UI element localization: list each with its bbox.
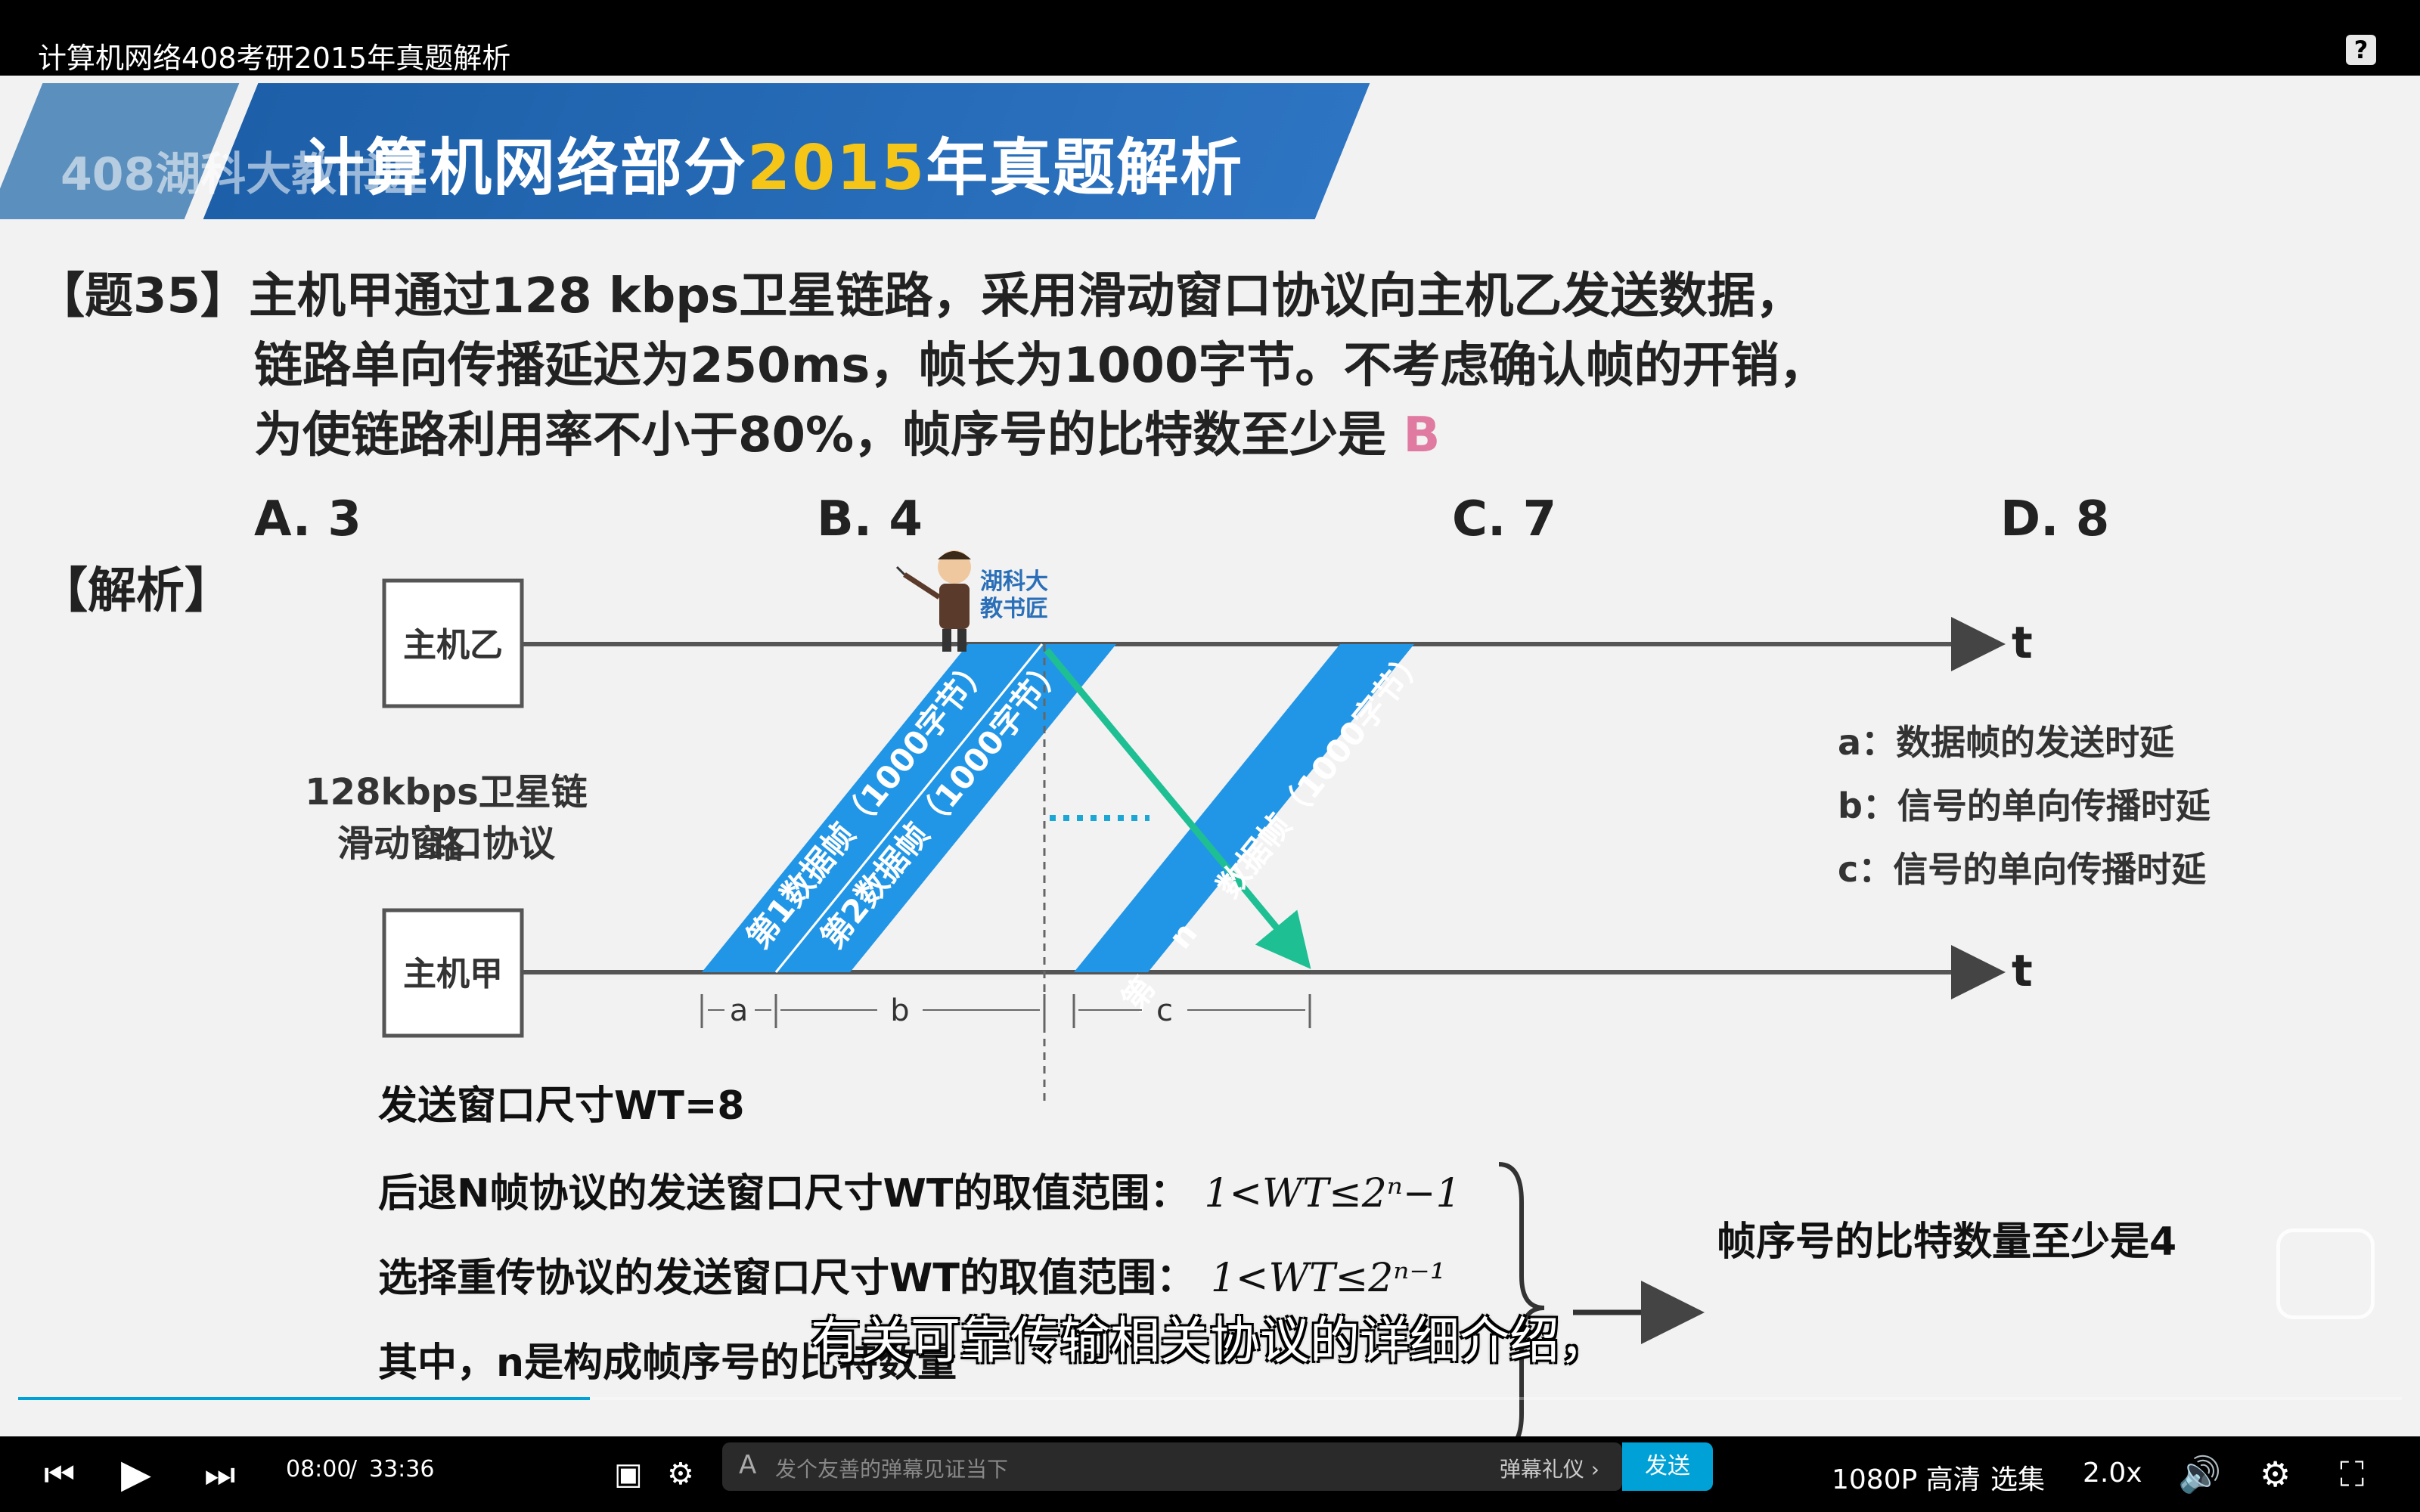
danmaku-toggle-icon[interactable]: ▣ <box>614 1436 643 1512</box>
fullscreen-icon[interactable]: ⛶ <box>2340 1436 2364 1512</box>
legend-c: c：信号的单向传播时延 <box>1838 849 2207 890</box>
formula-window-size: 发送窗口尺寸WT=8 <box>378 1083 745 1129</box>
link-label-2: 滑动窗口协议 <box>337 823 555 865</box>
help-button[interactable]: ? <box>2346 35 2376 65</box>
progress-bar-fill <box>18 1397 591 1400</box>
window-title: 计算机网络408考研2015年真题解析 <box>38 42 511 75</box>
title-bar: 计算机网络408考研2015年真题解析 ? <box>0 0 2420 76</box>
frame-divider <box>774 643 1044 973</box>
host-a-label: 主机甲 <box>403 955 503 993</box>
settings-icon[interactable]: ⚙ <box>2260 1436 2291 1512</box>
send-button[interactable]: 发送 <box>1622 1442 1713 1491</box>
video-frame[interactable]: 408湖科大教书匠 计算机网络部分2015年真题解析 【题35】主机甲通过128… <box>0 76 2420 1436</box>
previous-icon[interactable]: ⏮ <box>44 1436 75 1512</box>
volume-icon[interactable]: 🔊 <box>2178 1436 2221 1512</box>
episodes-button[interactable]: 选集 <box>1990 1458 2045 1497</box>
time-total: 33:36 <box>369 1456 435 1483</box>
quality-button[interactable]: 1080P 高清 <box>1832 1458 1981 1497</box>
speed-button[interactable]: 2.0x <box>2083 1458 2142 1489</box>
formula-sr: 选择重传协议的发送窗口尺寸WT的取值范围： 1<WT≤2ⁿ⁻¹ <box>378 1256 1446 1301</box>
teacher-label: 湖科大 教书匠 <box>980 569 1048 622</box>
dim-a: a <box>730 993 749 1028</box>
time-label-a: t <box>2012 945 2033 996</box>
play-icon[interactable]: ▶ <box>121 1436 151 1512</box>
time-current: 08:00 <box>286 1456 352 1483</box>
conclusion-text: 帧序号的比特数量至少是4 <box>1717 1219 2177 1265</box>
text-style-icon[interactable]: A <box>739 1450 756 1480</box>
dim-b: b <box>890 993 909 1028</box>
teacher-avatar <box>895 550 971 652</box>
legend-b: b：信号的单向传播时延 <box>1838 785 2211 826</box>
subtitle-caption: 有关可靠传输相关协议的详细介绍， <box>811 1312 1609 1370</box>
time-label-b: t <box>2012 617 2033 668</box>
danmaku-placeholder: 发个友善的弹幕见证当下 <box>775 1457 1009 1482</box>
time-separator: / <box>349 1456 358 1483</box>
floating-play-icon[interactable] <box>2276 1228 2375 1319</box>
dim-c: c <box>1156 993 1173 1028</box>
danmaku-input[interactable]: A 发个友善的弹幕见证当下 弹幕礼仪 › <box>722 1442 1622 1491</box>
legend-a: a：数据帧的发送时延 <box>1838 722 2175 763</box>
danmaku-settings-icon[interactable]: ⚙ <box>667 1436 694 1512</box>
next-icon[interactable]: ⏭ <box>204 1436 235 1512</box>
player-controls: ⏮ ▶ ⏭ 08:00 / 33:36 ▣ ⚙ A 发个友善的弹幕见证当下 弹幕… <box>0 1436 2420 1512</box>
host-b-label: 主机乙 <box>403 626 503 665</box>
danmaku-etiquette-link[interactable]: 弹幕礼仪 › <box>1500 1453 1599 1483</box>
formula-gbn: 后退N帧协议的发送窗口尺寸WT的取值范围： 1<WT≤2ⁿ−1 <box>378 1171 1461 1216</box>
